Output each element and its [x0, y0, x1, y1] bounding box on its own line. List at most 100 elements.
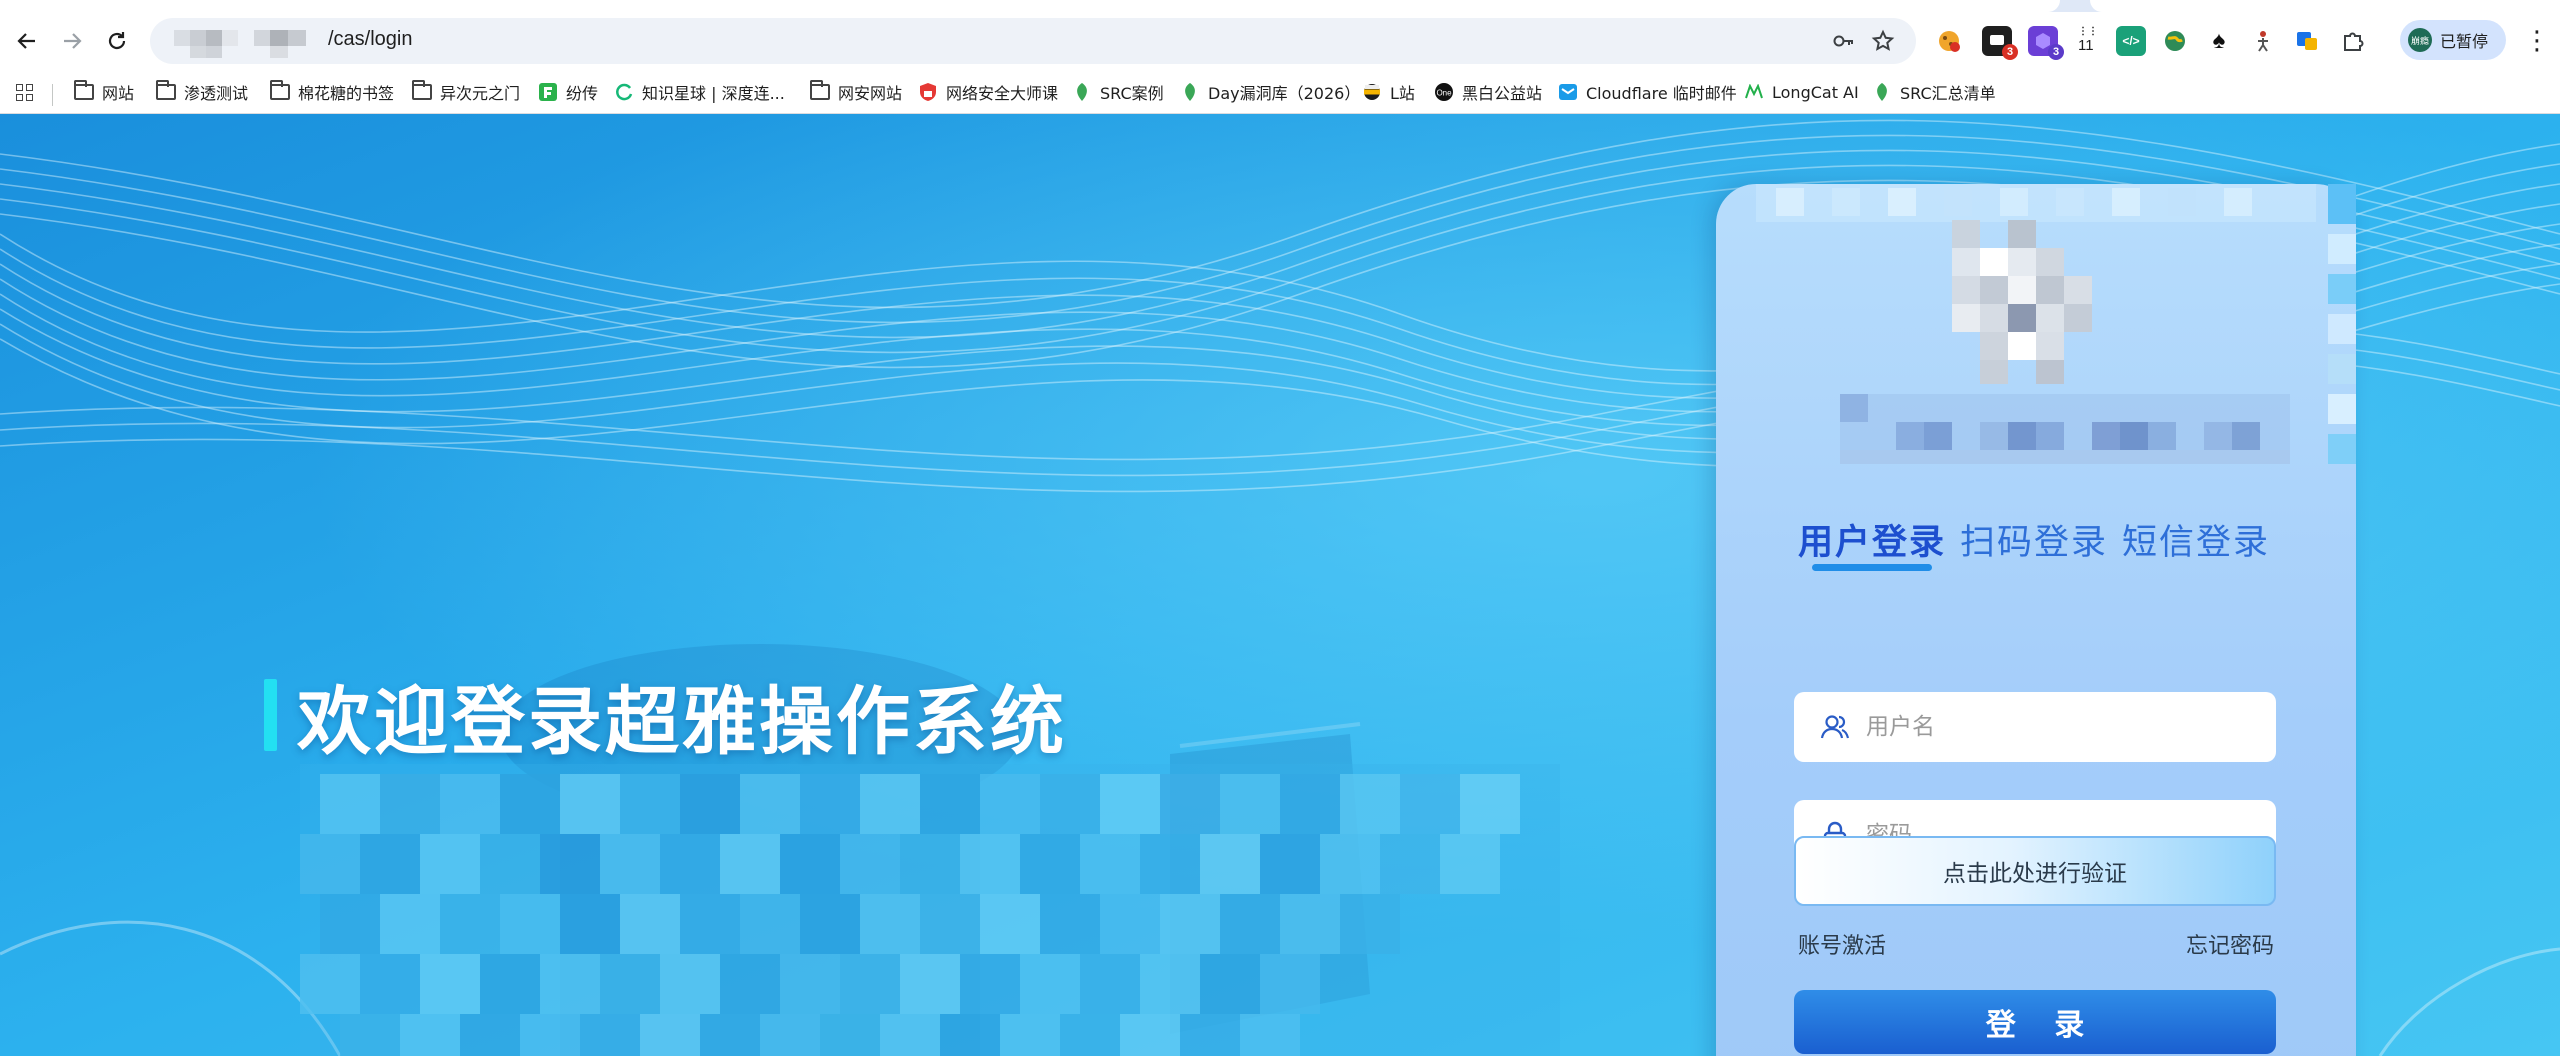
paused-label: 已暂停 [2440, 32, 2489, 51]
tab-user-login[interactable]: 用户登录 [1798, 514, 1946, 565]
mail-icon [1558, 82, 1578, 102]
leaf-icon [1180, 82, 1200, 102]
extension-globe-icon[interactable] [2160, 26, 2190, 56]
username-input[interactable] [1866, 714, 2246, 740]
browser-chrome: /cas/login 3 3 ⋮⋮ 11 </> ♠ 崩瘾 已暂停 ⋮ 网站 渗… [0, 0, 2560, 114]
bookmark-label: 渗透测试 [184, 84, 249, 103]
address-bar[interactable]: /cas/login [150, 18, 1916, 64]
bookmark-label: 黑白公益站 [1462, 84, 1543, 103]
bookmark-item[interactable]: 网络安全大师课 [918, 78, 1058, 106]
bookmark-label: 网安网站 [838, 84, 903, 103]
bookmarks-bar: 网站 渗透测试 棉花糖的书签 异次元之门 纷传 知识星球 | 深度连... 网安… [0, 70, 2560, 114]
bookmark-label: LongCat AI [1772, 82, 1859, 102]
fenchuan-icon [538, 82, 558, 102]
redacted-mosaic [300, 764, 1560, 1056]
bookmark-label: Day漏洞库（2026） [1208, 84, 1361, 103]
bookmark-item[interactable]: 知识星球 | 深度连... [614, 78, 785, 106]
extensions-puzzle-icon[interactable] [2338, 26, 2368, 56]
bookmark-item[interactable]: L站 [1362, 78, 1415, 106]
login-tabs: 用户登录 扫码登录 短信登录 [1798, 514, 2270, 565]
extension-chat-icon[interactable]: 3 [1982, 26, 2018, 60]
bookmark-label: 纷传 [566, 84, 599, 103]
extension-figure-icon[interactable] [2248, 26, 2278, 56]
avatar: 崩瘾 [2408, 28, 2432, 52]
bookmark-label: 棉花糖的书签 [298, 84, 395, 103]
arrow-right-icon [64, 33, 82, 49]
forward-button[interactable] [55, 24, 89, 58]
password-key-icon[interactable] [1830, 28, 1856, 54]
bookmark-item[interactable]: LongCat AI [1744, 78, 1859, 106]
leaf-icon [1872, 82, 1892, 102]
forgot-password-link[interactable]: 忘记密码 [2186, 928, 2274, 960]
bookmark-label: 网络安全大师课 [946, 84, 1059, 103]
tab-qr-login[interactable]: 扫码登录 [1960, 514, 2108, 565]
bookmark-label: Cloudflare 临时邮件 [1586, 84, 1737, 103]
folder-icon [74, 80, 94, 102]
bookmark-item[interactable]: 纷传 [538, 78, 598, 106]
bookmark-item[interactable]: Day漏洞库（2026） [1180, 78, 1360, 106]
reload-icon [108, 32, 126, 50]
bookmark-item[interactable]: 网安网站 [810, 78, 902, 106]
activate-account-link[interactable]: 账号激活 [1798, 928, 1886, 960]
folder-icon [270, 80, 290, 102]
bookmark-item[interactable]: SRC汇总清单 [1872, 78, 1996, 106]
extension-badge: 11 [2078, 37, 2094, 54]
redacted-host-mosaic [160, 22, 330, 60]
more-menu-icon[interactable]: ⋮ [2522, 26, 2552, 56]
bookmark-label: L站 [1390, 84, 1415, 103]
login-card: 用户登录 扫码登录 短信登录 点击此处进行验证 账号激活 忘记密码 登 录 [1716, 184, 2356, 1056]
redacted-logo-mosaic [1756, 184, 2356, 464]
longcat-icon [1744, 82, 1764, 102]
bookmark-label: 知识星球 | 深度连... [642, 84, 785, 103]
linuxdo-icon [1362, 82, 1382, 102]
arrow-left-icon [17, 33, 35, 49]
svg-text:One: One [1436, 89, 1452, 98]
tab-strip [0, 0, 2560, 12]
extension-badge: 3 [2048, 44, 2064, 60]
browser-toolbar: /cas/login 3 3 ⋮⋮ 11 </> ♠ 崩瘾 已暂停 ⋮ [0, 12, 2560, 70]
apps-button[interactable] [14, 78, 34, 106]
leaf-icon [1072, 82, 1092, 102]
welcome-heading: 欢迎登录超雅操作系统 [264, 670, 1067, 765]
bookmark-label: 网站 [102, 84, 135, 103]
username-field[interactable] [1794, 692, 2276, 762]
bookmark-item[interactable]: One 黑白公益站 [1434, 78, 1542, 106]
url-text: /cas/login [328, 28, 413, 50]
zsxq-icon [614, 82, 634, 102]
folder-icon [156, 80, 176, 102]
welcome-title: 欢迎登录超雅操作系统 [297, 678, 1067, 765]
bookmark-item[interactable]: 异次元之门 [412, 78, 520, 106]
login-links: 账号激活 忘记密码 [1798, 928, 2274, 960]
extension-code-icon[interactable]: </> [2116, 26, 2146, 56]
extension-spade-icon[interactable]: ♠ [2204, 26, 2234, 56]
folder-icon [810, 80, 830, 102]
bookmark-item[interactable]: SRC案例 [1072, 78, 1164, 106]
folder-icon [412, 80, 432, 102]
bookmark-item[interactable]: 棉花糖的书签 [270, 78, 394, 106]
active-tab-indicator [1812, 564, 1932, 571]
user-icon [1818, 710, 1852, 744]
login-submit-button[interactable]: 登 录 [1794, 990, 2276, 1054]
login-page: 欢迎登录超雅操作系统 用户登录 扫码登录 短信登录 用户名 点击此处进行验证 账… [0, 114, 2560, 1056]
bookmark-item[interactable]: 渗透测试 [156, 78, 248, 106]
apps-grid-icon [14, 82, 34, 102]
extension-badge: 3 [2002, 44, 2018, 60]
reload-button[interactable] [100, 24, 134, 58]
back-button[interactable] [10, 24, 44, 58]
bookmark-star-icon[interactable] [1870, 28, 1896, 54]
one-icon: One [1434, 82, 1454, 102]
extension-cube-icon[interactable]: 3 [2028, 26, 2064, 60]
bookmark-item[interactable]: Cloudflare 临时邮件 [1558, 78, 1737, 106]
extension-cookie-icon[interactable] [1934, 26, 1964, 56]
shield-icon [918, 82, 938, 102]
bookmark-item[interactable]: 网站 [74, 78, 134, 106]
extension-translate-icon[interactable] [2292, 26, 2322, 56]
extension-counter-icon[interactable]: ⋮⋮ 11 [2074, 26, 2104, 56]
bookmark-separator [52, 84, 53, 106]
profile-paused-chip[interactable]: 崩瘾 已暂停 [2400, 20, 2506, 60]
bookmark-label: SRC汇总清单 [1900, 84, 1996, 103]
tab-sms-login[interactable]: 短信登录 [2122, 514, 2270, 565]
bookmark-label: 异次元之门 [440, 84, 521, 103]
captcha-verify-button[interactable]: 点击此处进行验证 [1794, 836, 2276, 906]
bookmark-label: SRC案例 [1100, 84, 1164, 103]
